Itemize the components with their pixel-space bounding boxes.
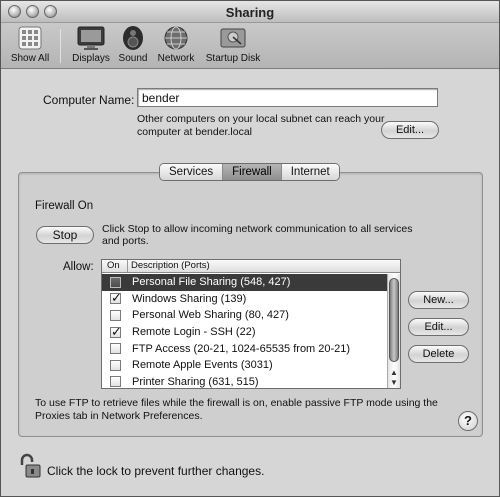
list-item[interactable]: Personal Web Sharing (80, 427)	[102, 307, 388, 324]
toolbar-label: Show All	[10, 53, 50, 64]
toolbar-network[interactable]: Network	[155, 25, 197, 64]
computer-name-label: Computer Name:	[43, 93, 135, 107]
tab-internet[interactable]: Internet	[281, 164, 339, 180]
firewall-status: Firewall On	[35, 200, 94, 212]
ftp-note: To use FTP to retrieve files while the f…	[35, 397, 438, 422]
toolbar-label: Displays	[72, 53, 110, 64]
allow-label: Allow:	[63, 261, 94, 273]
delete-service-button[interactable]: Delete	[408, 345, 469, 363]
toolbar-displays[interactable]: Displays	[71, 25, 111, 64]
service-checkbox[interactable]	[110, 359, 121, 371]
toolbar-show-all[interactable]: Show All	[9, 25, 51, 64]
scroll-down-arrow-icon[interactable]: ▼	[390, 378, 398, 387]
apple-grid-icon	[14, 25, 46, 51]
list-item[interactable]: Printer Sharing (631, 515)	[102, 374, 388, 388]
service-checkbox[interactable]	[110, 376, 121, 388]
window-title: Sharing	[225, 5, 275, 20]
list-item[interactable]: FTP Access (20-21, 1024-65535 from 20-21…	[102, 340, 388, 357]
stop-firewall-button[interactable]: Stop	[36, 226, 94, 244]
sharing-window: Sharing Show All Displays Sound Network …	[0, 0, 500, 497]
title-bar: Sharing	[1, 1, 499, 23]
tab-firewall[interactable]: Firewall	[223, 164, 282, 180]
globe-icon	[160, 25, 192, 51]
toolbar-label: Sound	[118, 53, 148, 64]
service-label: FTP Access (20-21, 1024-65535 from 20-21…	[132, 342, 351, 355]
toolbar-label: Network	[157, 53, 195, 64]
speaker-icon	[117, 25, 149, 51]
padlock-open-icon[interactable]	[18, 453, 42, 479]
service-checkbox[interactable]	[110, 309, 121, 321]
service-checkbox[interactable]	[110, 290, 122, 306]
preferences-toolbar: Show All Displays Sound Network Startup …	[1, 23, 499, 69]
list-item[interactable]: Personal File Sharing (548, 427)	[102, 274, 388, 291]
scroll-thumb[interactable]	[389, 278, 399, 362]
list-item[interactable]: Windows Sharing (139)	[102, 290, 388, 308]
column-on[interactable]: On	[102, 260, 128, 272]
hard-disk-icon	[217, 25, 249, 51]
edit-computer-name-button[interactable]: Edit...	[381, 121, 439, 139]
monitor-icon	[75, 25, 107, 51]
list-header: On Description (Ports)	[102, 260, 400, 273]
service-checkbox[interactable]	[110, 324, 122, 340]
tab-services[interactable]: Services	[160, 164, 224, 180]
service-label: Personal File Sharing (548, 427)	[132, 276, 291, 289]
edit-service-button[interactable]: Edit...	[408, 318, 469, 336]
lock-message: Click the lock to prevent further change…	[47, 464, 265, 478]
service-checkbox[interactable]	[110, 343, 121, 355]
service-rows: Personal File Sharing (548, 427) Windows…	[102, 274, 388, 388]
list-scrollbar[interactable]: ▲ ▼	[387, 274, 400, 388]
service-label: Remote Apple Events (3031)	[132, 359, 273, 372]
toolbar-separator	[60, 29, 61, 63]
list-item[interactable]: Remote Apple Events (3031)	[102, 357, 388, 374]
stop-help-text: Click Stop to allow incoming network com…	[102, 223, 413, 247]
computer-name-field[interactable]: bender	[137, 88, 438, 107]
list-item[interactable]: Remote Login - SSH (22)	[102, 324, 388, 341]
toolbar-label: Startup Disk	[205, 53, 261, 64]
help-button[interactable]: ?	[458, 411, 478, 431]
column-description[interactable]: Description (Ports)	[128, 260, 210, 272]
toolbar-sound[interactable]: Sound	[117, 25, 149, 64]
service-label: Personal Web Sharing (80, 427)	[132, 309, 289, 322]
new-service-button[interactable]: New...	[408, 291, 469, 309]
service-checkbox[interactable]	[110, 276, 121, 288]
toolbar-startup-disk[interactable]: Startup Disk	[203, 25, 263, 64]
service-label: Printer Sharing (631, 515)	[132, 375, 259, 388]
services-list: On Description (Ports) Personal File Sha…	[101, 259, 401, 389]
service-label: Windows Sharing (139)	[132, 292, 247, 305]
scroll-up-arrow-icon[interactable]: ▲	[390, 368, 398, 377]
computer-name-help: Other computers on your local subnet can…	[137, 113, 385, 138]
service-label: Remote Login - SSH (22)	[132, 326, 256, 339]
sharing-tabs: Services Firewall Internet	[159, 163, 340, 181]
